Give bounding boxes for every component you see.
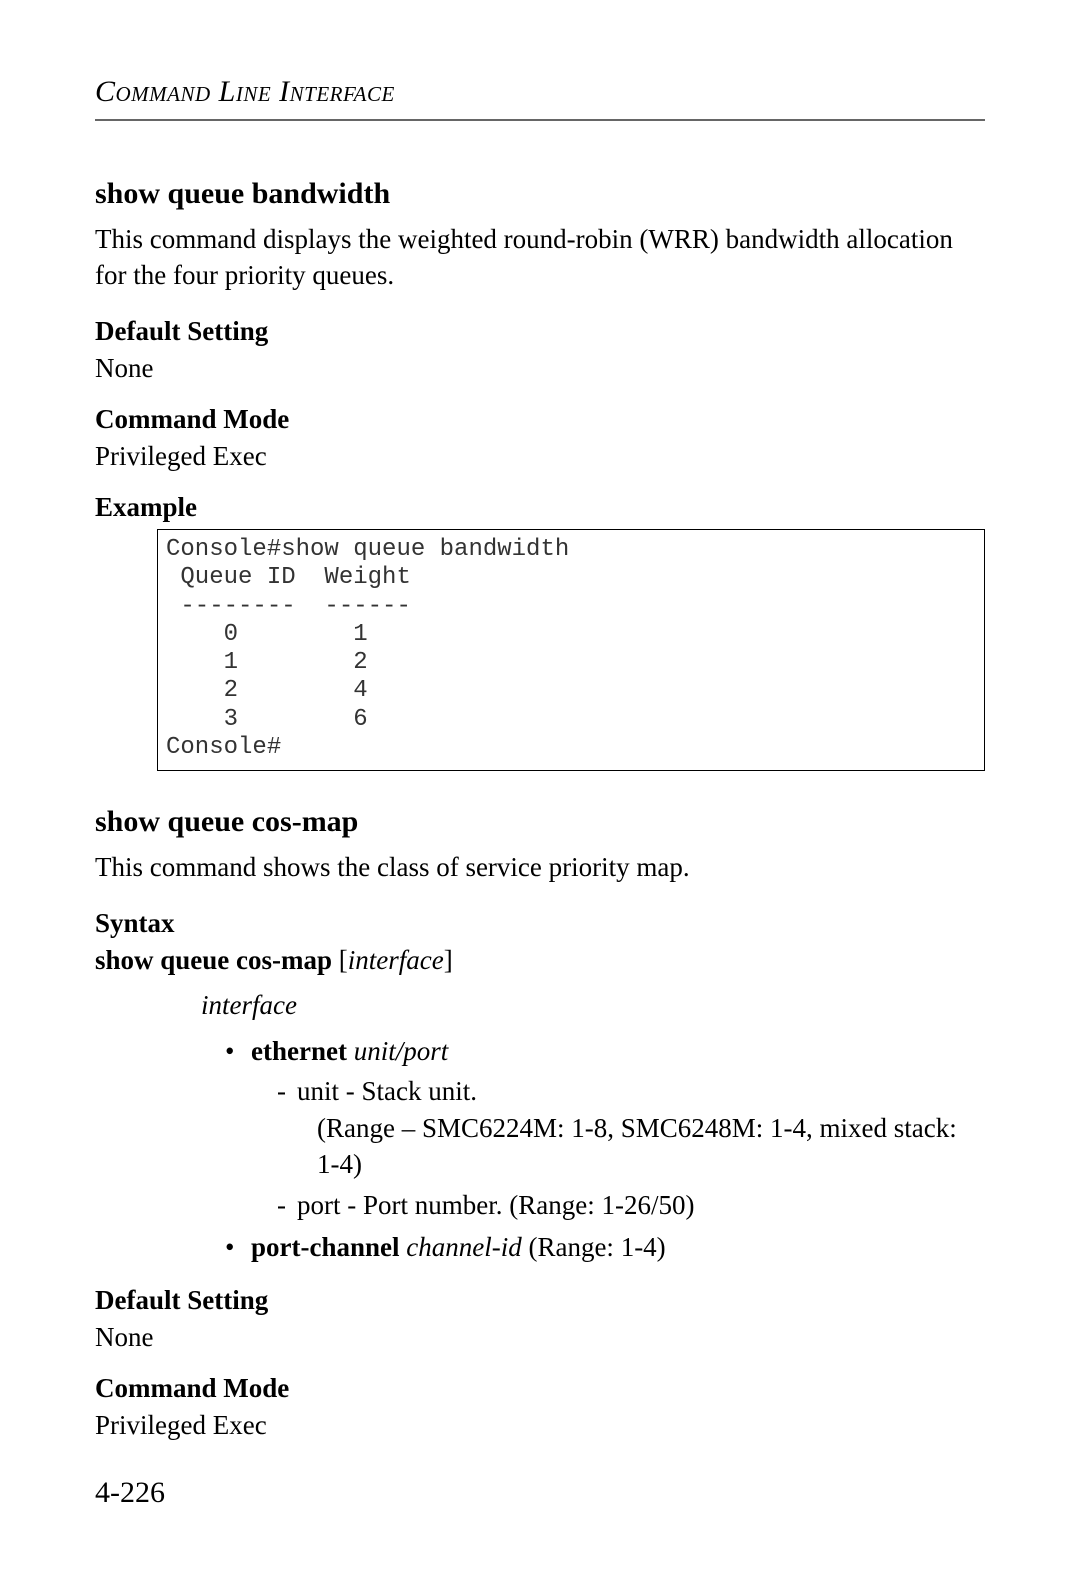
default-setting-value-1: None	[95, 353, 985, 384]
unit-text: unit - Stack unit.	[297, 1076, 477, 1106]
command-mode-label-2: Command Mode	[95, 1373, 985, 1404]
section2-desc: This command shows the class of service …	[95, 849, 985, 885]
syntax-line: show queue cos-map [interface]	[95, 945, 985, 976]
unit-line: unit - Stack unit. (Range – SMC6224M: 1-…	[277, 1073, 985, 1182]
param-bullet-list: ethernet unit/port unit - Stack unit. (R…	[225, 1033, 985, 1266]
syntax-arg: interface	[348, 945, 444, 975]
bullet-portchannel-kw: port-channel	[251, 1232, 400, 1262]
port-line: port - Port number. (Range: 1-26/50)	[277, 1187, 985, 1223]
command-mode-label-1: Command Mode	[95, 404, 985, 435]
page: Command Line Interface show queue bandwi…	[0, 0, 1080, 1570]
section-title-bandwidth: show queue bandwidth	[95, 177, 985, 211]
bullet-ethernet-kw: ethernet	[251, 1036, 347, 1066]
bullet-portchannel: port-channel channel-id (Range: 1-4)	[225, 1229, 985, 1265]
bullet-portchannel-arg: channel-id	[406, 1232, 521, 1262]
param-interface: interface	[201, 990, 985, 1021]
example-label: Example	[95, 492, 985, 523]
bullet-ethernet: ethernet unit/port unit - Stack unit. (R…	[225, 1033, 985, 1223]
default-setting-label-2: Default Setting	[95, 1285, 985, 1316]
example-code-block: Console#show queue bandwidth Queue ID We…	[157, 529, 985, 772]
section1-desc: This command displays the weighted round…	[95, 221, 985, 294]
syntax-label: Syntax	[95, 908, 985, 939]
section-title-cosmap: show queue cos-map	[95, 805, 985, 839]
command-mode-value-2: Privileged Exec	[95, 1410, 985, 1441]
default-setting-value-2: None	[95, 1322, 985, 1353]
bullet-portchannel-tail: (Range: 1-4)	[528, 1232, 665, 1262]
bullet-ethernet-arg: unit/port	[354, 1036, 449, 1066]
default-setting-label-1: Default Setting	[95, 316, 985, 347]
command-mode-value-1: Privileged Exec	[95, 441, 985, 472]
ethernet-sublist: unit - Stack unit. (Range – SMC6224M: 1-…	[277, 1073, 985, 1223]
running-head: Command Line Interface	[95, 75, 985, 121]
syntax-cmd: show queue cos-map	[95, 945, 332, 975]
unit-range: (Range – SMC6224M: 1-8, SMC6248M: 1-4, m…	[297, 1110, 985, 1183]
page-number: 4-226	[95, 1476, 165, 1510]
